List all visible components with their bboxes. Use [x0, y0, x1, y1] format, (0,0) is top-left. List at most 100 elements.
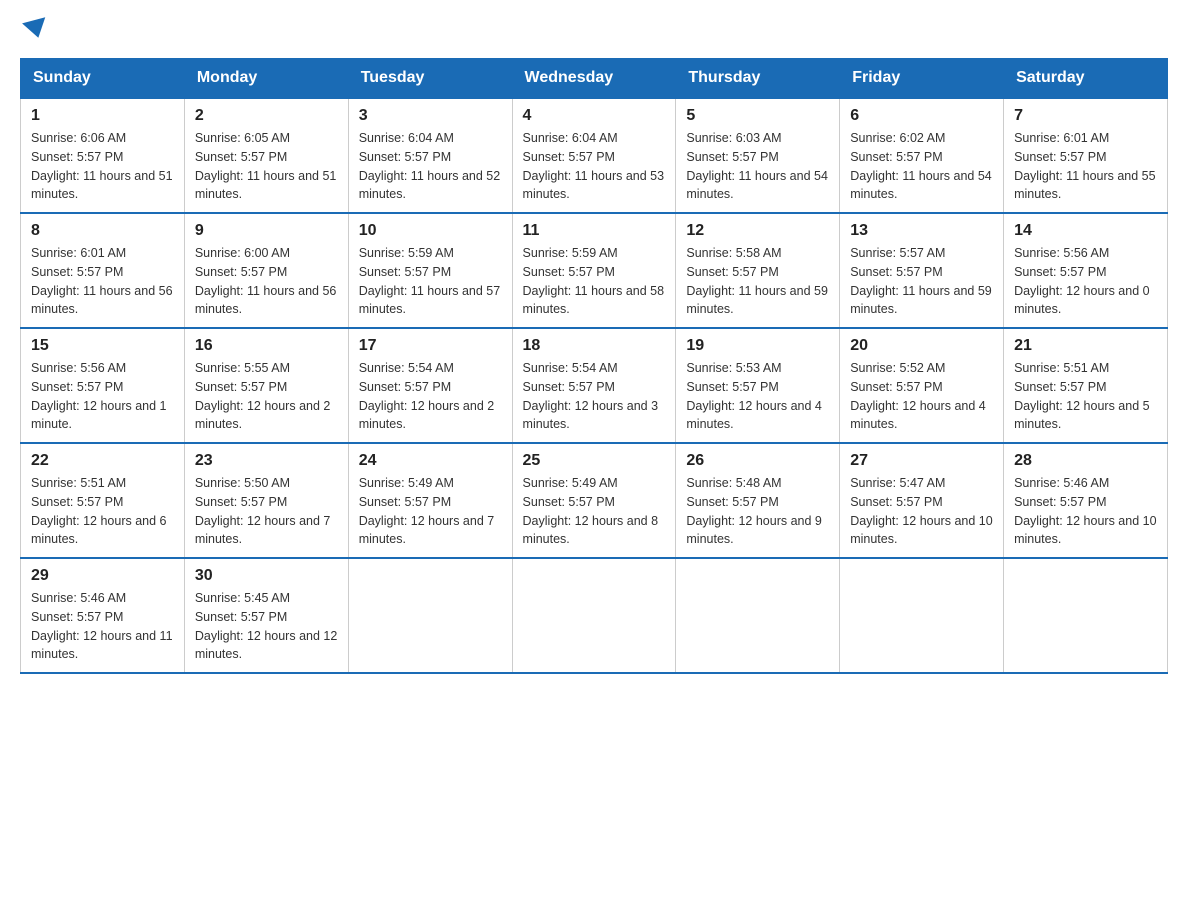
day-number: 9 [195, 222, 338, 240]
calendar-cell: 13 Sunrise: 5:57 AMSunset: 5:57 PMDaylig… [840, 213, 1004, 328]
day-info: Sunrise: 5:45 AMSunset: 5:57 PMDaylight:… [195, 591, 337, 661]
calendar-cell [1004, 558, 1168, 673]
day-info: Sunrise: 5:59 AMSunset: 5:57 PMDaylight:… [523, 246, 665, 316]
day-info: Sunrise: 5:49 AMSunset: 5:57 PMDaylight:… [523, 476, 659, 546]
calendar-cell: 14 Sunrise: 5:56 AMSunset: 5:57 PMDaylig… [1004, 213, 1168, 328]
day-number: 7 [1014, 107, 1157, 125]
day-number: 22 [31, 452, 174, 470]
calendar-cell: 6 Sunrise: 6:02 AMSunset: 5:57 PMDayligh… [840, 98, 1004, 213]
weekday-header-wednesday: Wednesday [512, 59, 676, 99]
day-number: 8 [31, 222, 174, 240]
day-number: 15 [31, 337, 174, 355]
day-info: Sunrise: 6:04 AMSunset: 5:57 PMDaylight:… [523, 131, 665, 201]
calendar-week-row: 1 Sunrise: 6:06 AMSunset: 5:57 PMDayligh… [21, 98, 1168, 213]
logo [20, 20, 48, 38]
calendar-cell: 9 Sunrise: 6:00 AMSunset: 5:57 PMDayligh… [184, 213, 348, 328]
calendar-cell: 29 Sunrise: 5:46 AMSunset: 5:57 PMDaylig… [21, 558, 185, 673]
calendar-cell: 26 Sunrise: 5:48 AMSunset: 5:57 PMDaylig… [676, 443, 840, 558]
day-info: Sunrise: 6:02 AMSunset: 5:57 PMDaylight:… [850, 131, 992, 201]
calendar-cell: 1 Sunrise: 6:06 AMSunset: 5:57 PMDayligh… [21, 98, 185, 213]
day-info: Sunrise: 5:51 AMSunset: 5:57 PMDaylight:… [31, 476, 167, 546]
weekday-header-sunday: Sunday [21, 59, 185, 99]
calendar-cell: 30 Sunrise: 5:45 AMSunset: 5:57 PMDaylig… [184, 558, 348, 673]
day-info: Sunrise: 5:56 AMSunset: 5:57 PMDaylight:… [31, 361, 167, 431]
day-number: 18 [523, 337, 666, 355]
day-number: 28 [1014, 452, 1157, 470]
calendar-cell: 20 Sunrise: 5:52 AMSunset: 5:57 PMDaylig… [840, 328, 1004, 443]
day-info: Sunrise: 5:53 AMSunset: 5:57 PMDaylight:… [686, 361, 822, 431]
day-number: 23 [195, 452, 338, 470]
day-number: 1 [31, 107, 174, 125]
day-info: Sunrise: 5:58 AMSunset: 5:57 PMDaylight:… [686, 246, 828, 316]
calendar-cell: 22 Sunrise: 5:51 AMSunset: 5:57 PMDaylig… [21, 443, 185, 558]
calendar-cell [512, 558, 676, 673]
day-number: 17 [359, 337, 502, 355]
day-info: Sunrise: 5:51 AMSunset: 5:57 PMDaylight:… [1014, 361, 1150, 431]
calendar-cell: 27 Sunrise: 5:47 AMSunset: 5:57 PMDaylig… [840, 443, 1004, 558]
day-number: 3 [359, 107, 502, 125]
day-number: 12 [686, 222, 829, 240]
page-header [20, 20, 1168, 38]
calendar-header-row: SundayMondayTuesdayWednesdayThursdayFrid… [21, 59, 1168, 99]
calendar-cell: 28 Sunrise: 5:46 AMSunset: 5:57 PMDaylig… [1004, 443, 1168, 558]
day-info: Sunrise: 5:47 AMSunset: 5:57 PMDaylight:… [850, 476, 992, 546]
calendar-cell: 7 Sunrise: 6:01 AMSunset: 5:57 PMDayligh… [1004, 98, 1168, 213]
day-number: 27 [850, 452, 993, 470]
day-number: 16 [195, 337, 338, 355]
day-number: 29 [31, 567, 174, 585]
weekday-header-saturday: Saturday [1004, 59, 1168, 99]
calendar-cell: 16 Sunrise: 5:55 AMSunset: 5:57 PMDaylig… [184, 328, 348, 443]
day-number: 4 [523, 107, 666, 125]
day-info: Sunrise: 6:04 AMSunset: 5:57 PMDaylight:… [359, 131, 501, 201]
calendar-cell: 3 Sunrise: 6:04 AMSunset: 5:57 PMDayligh… [348, 98, 512, 213]
day-info: Sunrise: 5:54 AMSunset: 5:57 PMDaylight:… [359, 361, 495, 431]
calendar-cell: 23 Sunrise: 5:50 AMSunset: 5:57 PMDaylig… [184, 443, 348, 558]
day-info: Sunrise: 5:54 AMSunset: 5:57 PMDaylight:… [523, 361, 659, 431]
day-number: 13 [850, 222, 993, 240]
day-number: 5 [686, 107, 829, 125]
calendar-cell: 19 Sunrise: 5:53 AMSunset: 5:57 PMDaylig… [676, 328, 840, 443]
calendar-cell: 15 Sunrise: 5:56 AMSunset: 5:57 PMDaylig… [21, 328, 185, 443]
day-info: Sunrise: 5:55 AMSunset: 5:57 PMDaylight:… [195, 361, 331, 431]
day-number: 25 [523, 452, 666, 470]
day-number: 30 [195, 567, 338, 585]
calendar-cell [840, 558, 1004, 673]
day-number: 26 [686, 452, 829, 470]
calendar-cell: 4 Sunrise: 6:04 AMSunset: 5:57 PMDayligh… [512, 98, 676, 213]
calendar-cell: 12 Sunrise: 5:58 AMSunset: 5:57 PMDaylig… [676, 213, 840, 328]
day-number: 20 [850, 337, 993, 355]
calendar-week-row: 15 Sunrise: 5:56 AMSunset: 5:57 PMDaylig… [21, 328, 1168, 443]
calendar-cell [348, 558, 512, 673]
calendar-week-row: 8 Sunrise: 6:01 AMSunset: 5:57 PMDayligh… [21, 213, 1168, 328]
day-info: Sunrise: 5:46 AMSunset: 5:57 PMDaylight:… [31, 591, 173, 661]
day-info: Sunrise: 5:49 AMSunset: 5:57 PMDaylight:… [359, 476, 495, 546]
day-info: Sunrise: 6:06 AMSunset: 5:57 PMDaylight:… [31, 131, 173, 201]
day-info: Sunrise: 6:00 AMSunset: 5:57 PMDaylight:… [195, 246, 337, 316]
calendar-week-row: 29 Sunrise: 5:46 AMSunset: 5:57 PMDaylig… [21, 558, 1168, 673]
day-number: 19 [686, 337, 829, 355]
day-number: 21 [1014, 337, 1157, 355]
calendar-cell: 2 Sunrise: 6:05 AMSunset: 5:57 PMDayligh… [184, 98, 348, 213]
day-number: 6 [850, 107, 993, 125]
calendar-cell: 17 Sunrise: 5:54 AMSunset: 5:57 PMDaylig… [348, 328, 512, 443]
day-info: Sunrise: 5:57 AMSunset: 5:57 PMDaylight:… [850, 246, 992, 316]
calendar-cell: 5 Sunrise: 6:03 AMSunset: 5:57 PMDayligh… [676, 98, 840, 213]
calendar-table: SundayMondayTuesdayWednesdayThursdayFrid… [20, 58, 1168, 674]
day-info: Sunrise: 5:59 AMSunset: 5:57 PMDaylight:… [359, 246, 501, 316]
calendar-cell: 18 Sunrise: 5:54 AMSunset: 5:57 PMDaylig… [512, 328, 676, 443]
calendar-week-row: 22 Sunrise: 5:51 AMSunset: 5:57 PMDaylig… [21, 443, 1168, 558]
calendar-cell [676, 558, 840, 673]
day-info: Sunrise: 6:01 AMSunset: 5:57 PMDaylight:… [1014, 131, 1156, 201]
calendar-cell: 25 Sunrise: 5:49 AMSunset: 5:57 PMDaylig… [512, 443, 676, 558]
weekday-header-tuesday: Tuesday [348, 59, 512, 99]
day-info: Sunrise: 5:52 AMSunset: 5:57 PMDaylight:… [850, 361, 986, 431]
day-info: Sunrise: 6:01 AMSunset: 5:57 PMDaylight:… [31, 246, 173, 316]
weekday-header-monday: Monday [184, 59, 348, 99]
calendar-cell: 24 Sunrise: 5:49 AMSunset: 5:57 PMDaylig… [348, 443, 512, 558]
calendar-cell: 21 Sunrise: 5:51 AMSunset: 5:57 PMDaylig… [1004, 328, 1168, 443]
day-info: Sunrise: 5:46 AMSunset: 5:57 PMDaylight:… [1014, 476, 1156, 546]
day-number: 11 [523, 222, 666, 240]
weekday-header-thursday: Thursday [676, 59, 840, 99]
calendar-cell: 8 Sunrise: 6:01 AMSunset: 5:57 PMDayligh… [21, 213, 185, 328]
day-info: Sunrise: 5:50 AMSunset: 5:57 PMDaylight:… [195, 476, 331, 546]
